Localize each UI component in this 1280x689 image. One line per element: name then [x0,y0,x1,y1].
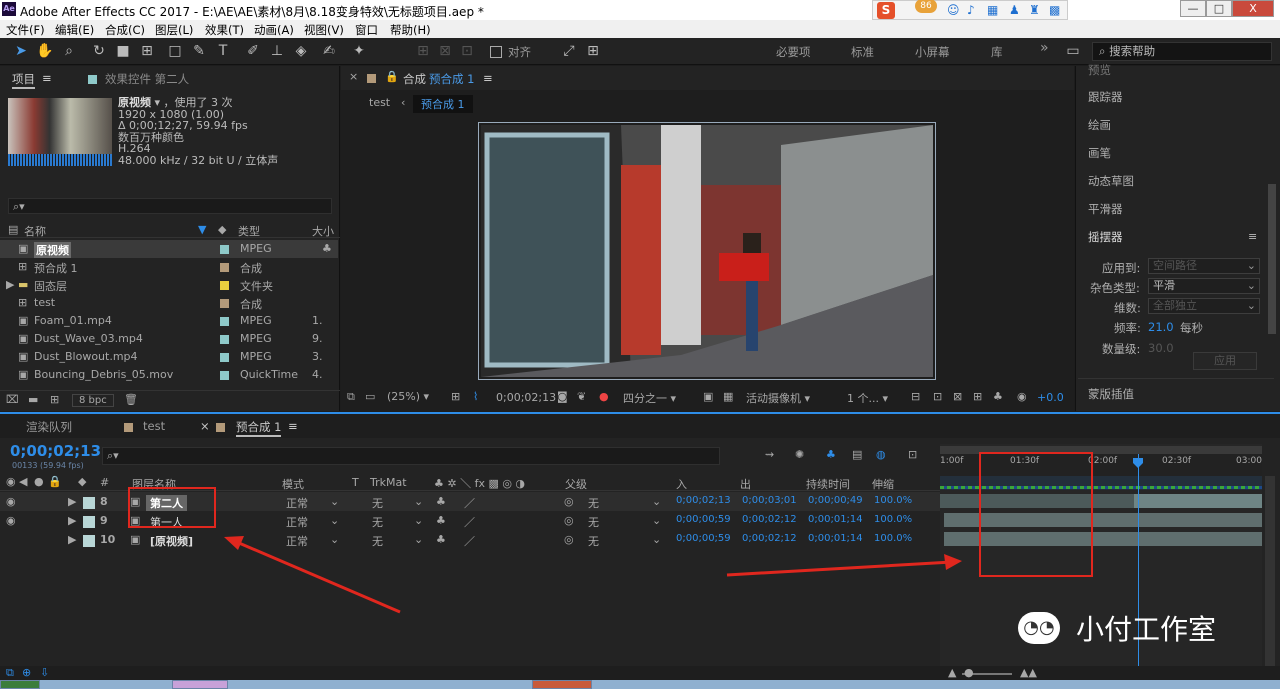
taskbar-item[interactable] [172,680,228,689]
annotation-overlay [128,452,1093,614]
watermark-text: 小付工作室 [1076,613,1217,646]
annotation-arrow-right [726,560,953,577]
arrow-head-right [944,554,962,570]
wechat-icon: ◔◔ [1018,612,1060,644]
taskbar-item[interactable] [532,680,592,689]
highlight-box-timeline [979,452,1093,577]
annotation-arrow-left [231,538,401,614]
taskbar-item[interactable] [0,680,40,689]
arrow-head-left [224,536,244,550]
highlight-box-layers [128,487,216,528]
